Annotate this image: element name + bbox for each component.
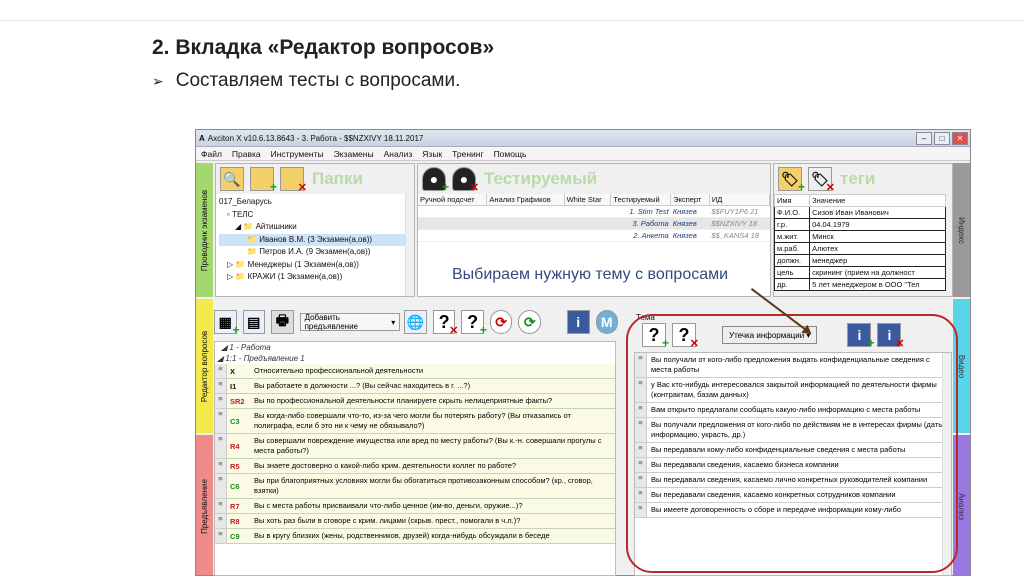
window-titlebar: A Axciton X v10.6.13.8643 - 3. Работа - …	[196, 130, 970, 147]
menu-language[interactable]: Язык	[422, 149, 442, 159]
question-row[interactable]: ≡ C9 Вы в кругу близких (жены, родственник…	[215, 529, 615, 544]
info-eye-icon[interactable]: i	[566, 310, 590, 334]
folder-tree: 017_Беларусь ▫ ТЕЛС ◢ 📁 Айтишники 📁 Иван…	[216, 194, 414, 296]
slide-bullet: ➢ Составляем тесты с вопросами.	[152, 70, 460, 92]
globe-icon[interactable]: 🌐	[404, 310, 427, 334]
add-person-icon[interactable]: ● +	[422, 167, 449, 194]
tags-toolbar: 🏷 + 🏷 ✕ теги	[774, 164, 952, 194]
col-header[interactable]: Тестируемый	[610, 194, 672, 206]
tab-exam-explorer[interactable]: Проводник экзаменов	[196, 163, 213, 297]
slide-title: 2. Вкладка «Редактор вопросов»	[152, 36, 495, 59]
subject-table: Ручной подсчет Анализ Графиков White Sta…	[418, 194, 770, 242]
refresh-green-icon[interactable]: ⟳	[518, 310, 541, 334]
tree-node[interactable]: ▷ 📁 Менеджеры (1 Экзамен(а,ов))	[219, 259, 411, 272]
tree-node-selected[interactable]: 📁 Иванов В.М. (3 Экзамен(а,ов))	[219, 233, 411, 246]
menu-file[interactable]: Файл	[201, 149, 222, 159]
close-button[interactable]: ✕	[952, 131, 968, 145]
menu-tools[interactable]: Инструменты	[271, 149, 324, 159]
tab-index[interactable]: Индекс	[953, 163, 970, 297]
table-row-selected[interactable]: 3. Работа Князев $$NZXIVY 18	[418, 217, 770, 230]
refresh-red-icon[interactable]: ⟳	[489, 310, 513, 334]
tree-node[interactable]: ◢ 📁 Айтишники	[219, 221, 411, 234]
question-toolbar: ▦ + ▤ 🖶 Добавить предъявление ▾ 🌐 ? ✕ ? + ⟳…	[214, 305, 624, 339]
app-logo-icon: A	[199, 133, 205, 143]
tab-question-editor[interactable]: Редактор вопросов	[196, 299, 213, 433]
menu-training[interactable]: Тренинг	[452, 149, 483, 159]
annotation-text: Выбираем нужную тему с вопросами	[452, 266, 729, 283]
minimize-button[interactable]: –	[916, 131, 932, 145]
col-header[interactable]: White Star	[564, 194, 612, 206]
delete-folder-icon[interactable]: ✕	[280, 167, 307, 194]
col-header[interactable]: Анализ Графиков	[486, 194, 565, 206]
question-list: ◢ 1 - Работа ◢ 1:1 - Предъявление 1 ≡ X От…	[214, 341, 616, 576]
tree-node[interactable]: 📁 Петров И.А. (9 Экзамен(а,ов))	[219, 246, 411, 259]
col-header[interactable]: Имя	[774, 194, 811, 207]
window-title: Axciton X v10.6.13.8643 - 3. Работа - $$…	[207, 133, 424, 143]
question-row[interactable]: ≡ SR2 Вы по профессиональной деятельности …	[215, 394, 615, 409]
arrow-bullet-icon: ➢	[152, 72, 164, 89]
question-row[interactable]: ≡ R8 Вы хоть раз были в сговоре с крим. ли…	[215, 514, 615, 529]
m-icon[interactable]: M	[595, 310, 619, 334]
copy-icon[interactable]: ▤	[242, 310, 266, 334]
print-icon[interactable]: 🖶	[271, 310, 294, 334]
menu-analysis[interactable]: Анализ	[384, 149, 413, 159]
tab-presentation[interactable]: Предъявление	[196, 435, 213, 575]
question-row[interactable]: ≡ R7 Вы с места работы присваивали что-либ…	[215, 499, 615, 514]
tree-node[interactable]: ▷ 📁 КРАЖИ (1 Экзамен(а,ов))	[219, 271, 411, 284]
menu-edit[interactable]: Правка	[232, 149, 261, 159]
question-row[interactable]: ≡ C3 Вы когда-либо совершали что-то, из-за…	[215, 409, 615, 434]
add-tag-icon[interactable]: 🏷 +	[778, 167, 805, 194]
add-question-icon[interactable]: ? +	[461, 310, 487, 337]
question-row[interactable]: ≡ R5 Вы знаете достоверно о какой-либо кри…	[215, 459, 615, 474]
subject-label: Тестируемый	[484, 169, 598, 188]
bullet-text: Составляем тесты с вопросами.	[175, 70, 461, 91]
table-row[interactable]: 1. Stim Test Князев $$FUY1P6 21	[418, 205, 770, 218]
tag-row[interactable]: м.жит. Минск	[774, 230, 946, 243]
maximize-button[interactable]: □	[934, 131, 950, 145]
menu-exams[interactable]: Экзамены	[334, 149, 374, 159]
tag-row[interactable]: г.р. 04.04.1979	[774, 218, 946, 231]
col-header[interactable]: Ручной подсчет	[418, 194, 488, 206]
delete-person-icon[interactable]: ● ✕	[452, 167, 479, 194]
delete-tag-icon[interactable]: 🏷 ✕	[808, 167, 835, 194]
tag-row[interactable]: Ф.И.О. Сизов Иван Иванович	[774, 206, 946, 219]
tags-panel: 🏷 + 🏷 ✕ теги Имя Значение Ф.И.О. Сизов Иван …	[773, 163, 953, 297]
group-header[interactable]: ◢ 1 - Работа	[215, 342, 615, 353]
tree-node[interactable]: 017_Беларусь	[219, 196, 411, 209]
col-header[interactable]: ИД	[709, 194, 770, 206]
tag-row[interactable]: м.раб. Алютех	[774, 242, 946, 255]
subject-toolbar: ● + ● ✕ Тестируемый	[418, 164, 770, 194]
tags-table: Имя Значение Ф.И.О. Сизов Иван Иванович г.…	[774, 194, 946, 291]
search-folder-icon[interactable]: 🔍	[220, 167, 244, 191]
folders-toolbar: 🔍 + ✕ Папки	[216, 164, 414, 194]
slide-top-rule	[0, 20, 1024, 21]
tags-label: теги	[840, 169, 876, 188]
tree-scrollbar[interactable]	[405, 194, 414, 296]
question-row[interactable]: ≡ I1 Вы работаете в должности ...? (Вы сей…	[215, 379, 615, 394]
add-presentation-button[interactable]: Добавить предъявление ▾	[299, 313, 401, 331]
question-row[interactable]: ≡ C6 Вы при благоприятных условиях могли б…	[215, 474, 615, 499]
add-folder-icon[interactable]: +	[250, 167, 277, 194]
col-header[interactable]: Значение	[809, 194, 946, 207]
group-header[interactable]: ◢ 1:1 - Предъявление 1	[215, 353, 615, 364]
window-controls: – □ ✕	[916, 131, 970, 145]
tree-node[interactable]: ▫ ТЕЛС	[219, 209, 411, 222]
tag-row[interactable]: др. 5 лет менеджером в ООО "Тел	[774, 278, 946, 291]
delete-question-icon[interactable]: ? ✕	[432, 310, 458, 337]
tag-row[interactable]: должн. менеджер	[774, 254, 946, 267]
add-presentation-icon[interactable]: ▦ +	[214, 310, 240, 337]
tag-row[interactable]: цель скрининг (прием на должност	[774, 266, 946, 279]
menu-help[interactable]: Помощь	[494, 149, 527, 159]
highlight-oval	[626, 314, 958, 573]
folders-label: Папки	[312, 169, 363, 188]
folders-panel: 🔍 + ✕ Папки 017_Беларусь ▫ ТЕЛС ◢ 📁 Айти…	[215, 163, 415, 297]
menu-bar: Файл Правка Инструменты Экзамены Анализ …	[196, 147, 970, 161]
question-row[interactable]: ≡ R4 Вы совершали повреждение имущества ил…	[215, 434, 615, 459]
col-header[interactable]: Эксперт	[670, 194, 710, 206]
question-row[interactable]: ≡ X Относительно профессиональной деятельн…	[215, 364, 615, 379]
table-row[interactable]: 2. Анкета Князев $$_KANS4 18	[418, 229, 770, 242]
